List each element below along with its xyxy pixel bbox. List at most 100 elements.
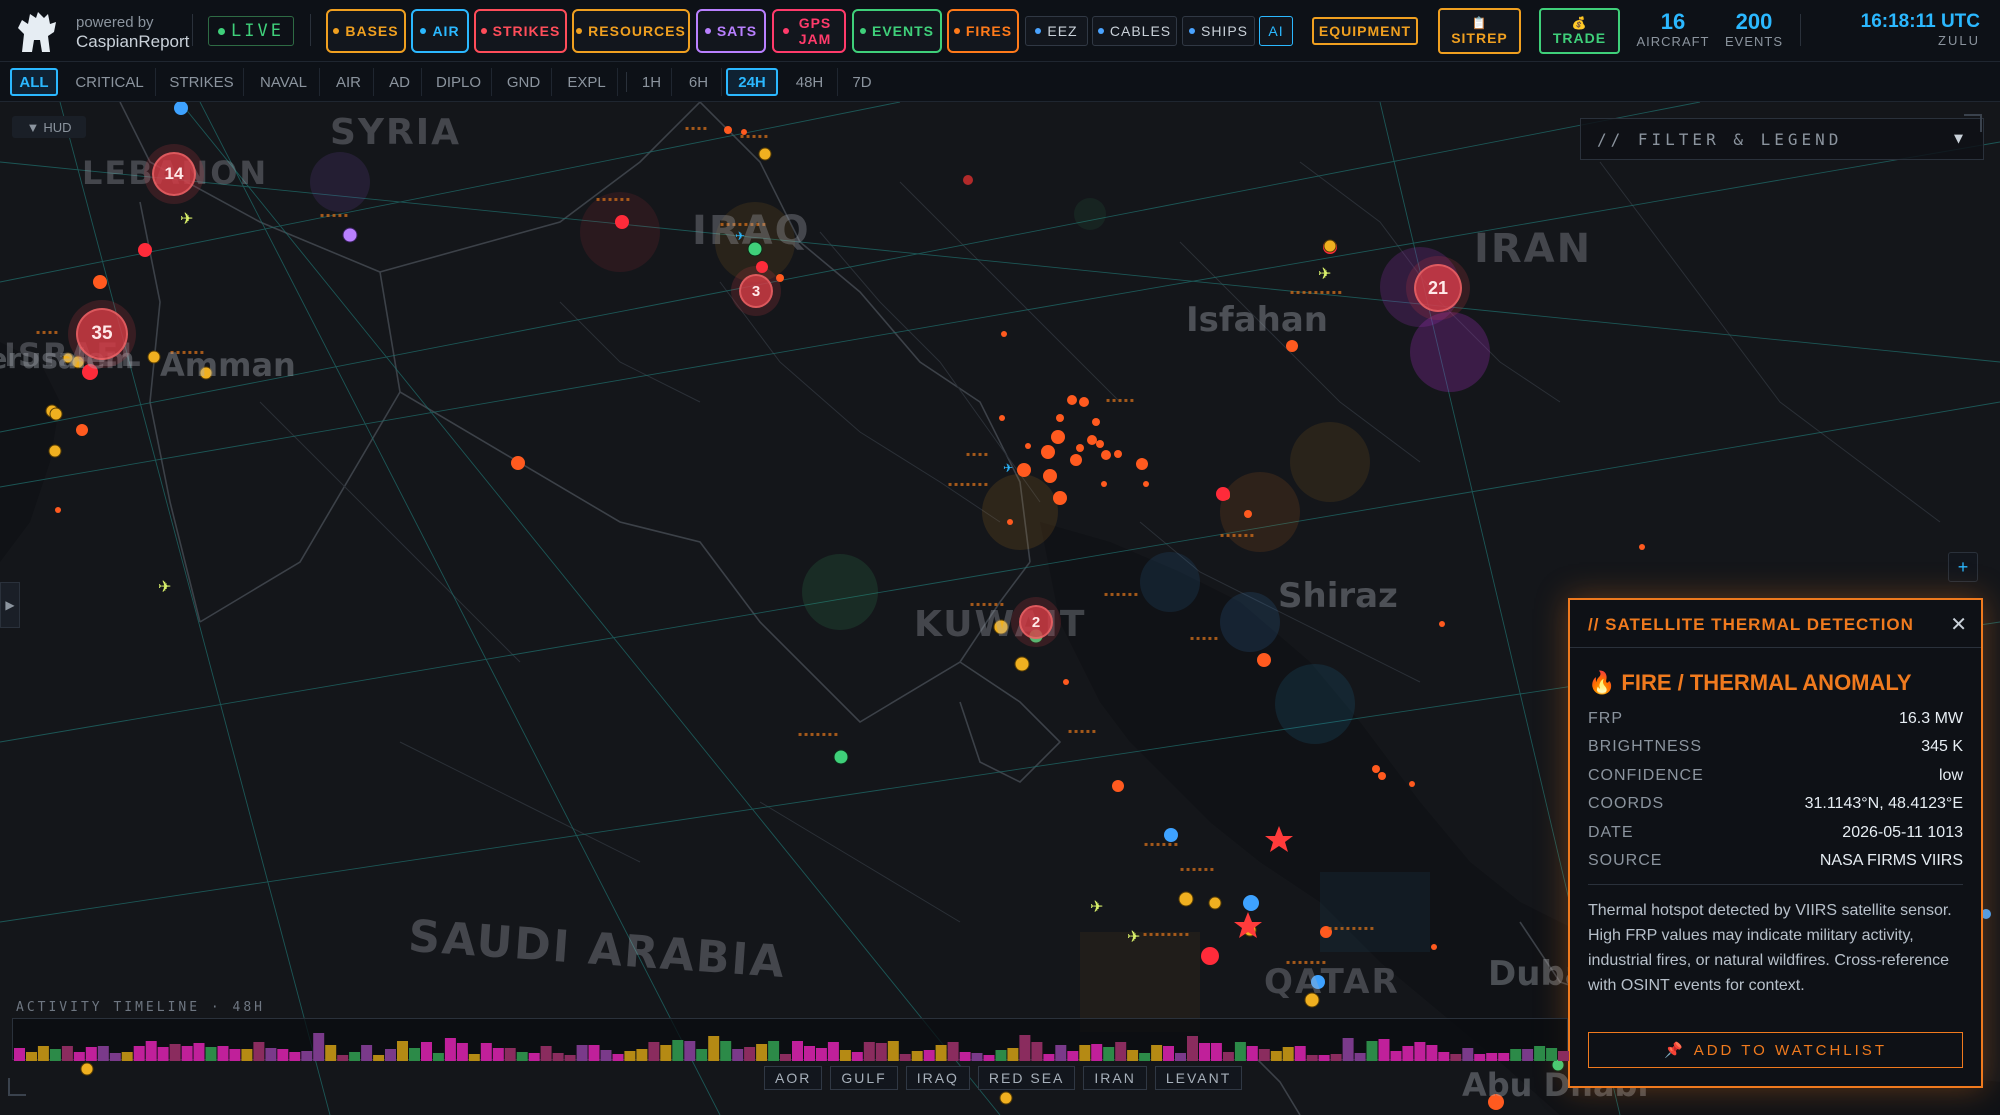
aircraft-count: 16 — [1660, 9, 1686, 34]
divider — [1800, 14, 1801, 46]
region-iran[interactable]: IRAN — [1083, 1066, 1147, 1090]
layer-toggle-air[interactable]: AIR — [411, 9, 469, 53]
filter-naval[interactable]: NAVAL — [248, 68, 320, 96]
field-key: DATE — [1588, 824, 1634, 841]
region-levant[interactable]: LEVANT — [1154, 1066, 1243, 1090]
filter-all[interactable]: ALL — [10, 68, 58, 96]
field-row: SOURCE NASA FIRMS VIIRS — [1588, 852, 1963, 876]
timeline-bar — [768, 1041, 780, 1061]
filter-ad[interactable]: AD — [378, 68, 422, 96]
close-icon[interactable]: ✕ — [1950, 612, 1967, 637]
range-7d[interactable]: 7D — [842, 68, 882, 96]
zoom-in-button[interactable]: + — [1948, 552, 1978, 582]
timeline-bar — [995, 1050, 1007, 1061]
timeline-bar — [911, 1051, 923, 1061]
layer-toggle-cables[interactable]: CABLES — [1092, 16, 1177, 46]
city-label-isfahan: Isfahan — [1186, 300, 1328, 340]
filter-gnd[interactable]: GND — [496, 68, 552, 96]
hud-corner — [1964, 114, 1982, 132]
live-indicator[interactable]: LIVE — [208, 16, 294, 46]
svg-text:▪ ▪ ▪ ▪ ▪: ▪ ▪ ▪ ▪ ▪ — [1190, 635, 1218, 642]
layer-toggle-strikes[interactable]: STRIKES — [474, 9, 567, 53]
layer-toggle-gps-jam[interactable]: GPS JAM — [772, 9, 846, 53]
event-cluster[interactable]: 21 — [1414, 264, 1462, 312]
top-bar: powered by CaspianReport LIVE BASES AIR … — [0, 0, 2000, 62]
event-cluster[interactable]: 3 — [739, 274, 773, 308]
brand-name: CaspianReport — [76, 32, 190, 51]
timeline-bar — [804, 1046, 815, 1061]
sitrep-button[interactable]: 📋 SITREP — [1438, 8, 1521, 54]
layer-toggle-fires[interactable]: FIRES — [947, 9, 1019, 53]
activity-timeline[interactable] — [12, 1018, 1569, 1061]
timeline-bar — [959, 1052, 971, 1061]
timeline-bar — [73, 1052, 85, 1061]
sitrep-label: SITREP — [1451, 30, 1508, 46]
equipment-button[interactable]: EQUIPMENT — [1312, 17, 1418, 45]
timeline-bar — [708, 1036, 720, 1061]
timeline-bar — [720, 1041, 732, 1061]
timeline-bar — [1318, 1055, 1330, 1061]
layer-toggle-eez[interactable]: EEZ — [1025, 16, 1088, 46]
aircraft-label: AIRCRAFT — [1636, 34, 1710, 49]
events-count: 200 — [1735, 9, 1773, 34]
timeline-bar — [1175, 1053, 1186, 1061]
region-red-sea[interactable]: RED SEA — [977, 1066, 1076, 1090]
aircraft-icon: ✈ — [1318, 264, 1331, 283]
layer-label: EVENTS — [871, 23, 934, 39]
ships-dot-icon — [1188, 28, 1195, 34]
svg-text:✈: ✈ — [1003, 461, 1013, 475]
filter-diplo[interactable]: DIPLO — [426, 68, 492, 96]
add-to-watchlist-button[interactable]: 📌 ADD TO WATCHLIST — [1588, 1032, 1963, 1068]
timeline-bar — [564, 1055, 576, 1061]
region-gulf[interactable]: GULF — [830, 1066, 898, 1090]
filter-critical[interactable]: CRITICAL — [64, 68, 156, 96]
timeline-bar — [516, 1052, 528, 1061]
timeline-bar — [983, 1055, 995, 1061]
filter-legend-panel[interactable]: // FILTER & LEGEND ▼ — [1580, 118, 1984, 160]
svg-text:▪ ▪ ▪ ▪ ▪: ▪ ▪ ▪ ▪ ▪ — [1068, 728, 1096, 735]
range-6h[interactable]: 6H — [676, 68, 722, 96]
layer-toggle-events[interactable]: EVENTS — [852, 9, 942, 53]
timeline-bar — [49, 1049, 61, 1061]
layer-toggle-sats[interactable]: SATS — [696, 9, 766, 53]
filter-expl[interactable]: EXPL — [556, 68, 618, 96]
live-dot-icon — [218, 27, 226, 35]
timeline-bar — [1342, 1038, 1354, 1061]
range-48h[interactable]: 48H — [782, 68, 838, 96]
timeline-bar — [1486, 1053, 1498, 1061]
range-1h[interactable]: 1H — [632, 68, 672, 96]
timeline-bar — [1426, 1045, 1438, 1061]
event-cluster[interactable]: 35 — [76, 308, 128, 360]
layer-toggle-bases[interactable]: BASES — [326, 9, 406, 53]
layer-label: STRIKES — [492, 23, 561, 39]
region-aor[interactable]: AOR — [764, 1066, 823, 1090]
svg-text:▪ ▪ ▪ ▪ ▪ ▪ ▪: ▪ ▪ ▪ ▪ ▪ ▪ ▪ — [948, 481, 988, 488]
timeline-bar — [1234, 1042, 1246, 1061]
hud-toggle[interactable]: ▼ HUD — [12, 116, 86, 138]
expand-left-panel-button[interactable]: ▶ — [0, 582, 20, 628]
trade-button[interactable]: 💰 TRADE — [1539, 8, 1620, 54]
divider — [1588, 884, 1963, 885]
timeline-bar — [97, 1046, 109, 1061]
event-cluster[interactable]: 14 — [152, 152, 196, 196]
cables-dot-icon — [1097, 28, 1104, 34]
timeline-bar — [1199, 1043, 1210, 1061]
activity-timeline-title: ACTIVITY TIMELINE · 48H — [16, 1000, 266, 1015]
timeline-bar — [229, 1049, 241, 1061]
filter-air[interactable]: AIR — [324, 68, 374, 96]
timeline-bar — [385, 1049, 396, 1061]
country-label-iran: IRAN — [1474, 226, 1593, 272]
timeline-bar — [792, 1041, 803, 1061]
layer-toggle-resources[interactable]: RESOURCES — [572, 9, 690, 53]
filter-strikes[interactable]: STRIKES — [160, 68, 244, 96]
timeline-bar — [1067, 1051, 1079, 1061]
region-selector: AOR GULF IRAQ RED SEA IRAN LEVANT — [764, 1066, 1243, 1090]
ai-button[interactable]: AI — [1259, 16, 1293, 46]
event-cluster[interactable]: 2 — [1019, 605, 1053, 639]
timeline-bar — [217, 1046, 229, 1061]
timeline-bar — [1079, 1045, 1091, 1061]
svg-text:▪ ▪ ▪ ▪: ▪ ▪ ▪ ▪ — [966, 451, 988, 458]
layer-toggle-ships[interactable]: SHIPS — [1182, 16, 1255, 46]
region-iraq[interactable]: IRAQ — [905, 1066, 970, 1090]
range-24h[interactable]: 24H — [726, 68, 778, 96]
